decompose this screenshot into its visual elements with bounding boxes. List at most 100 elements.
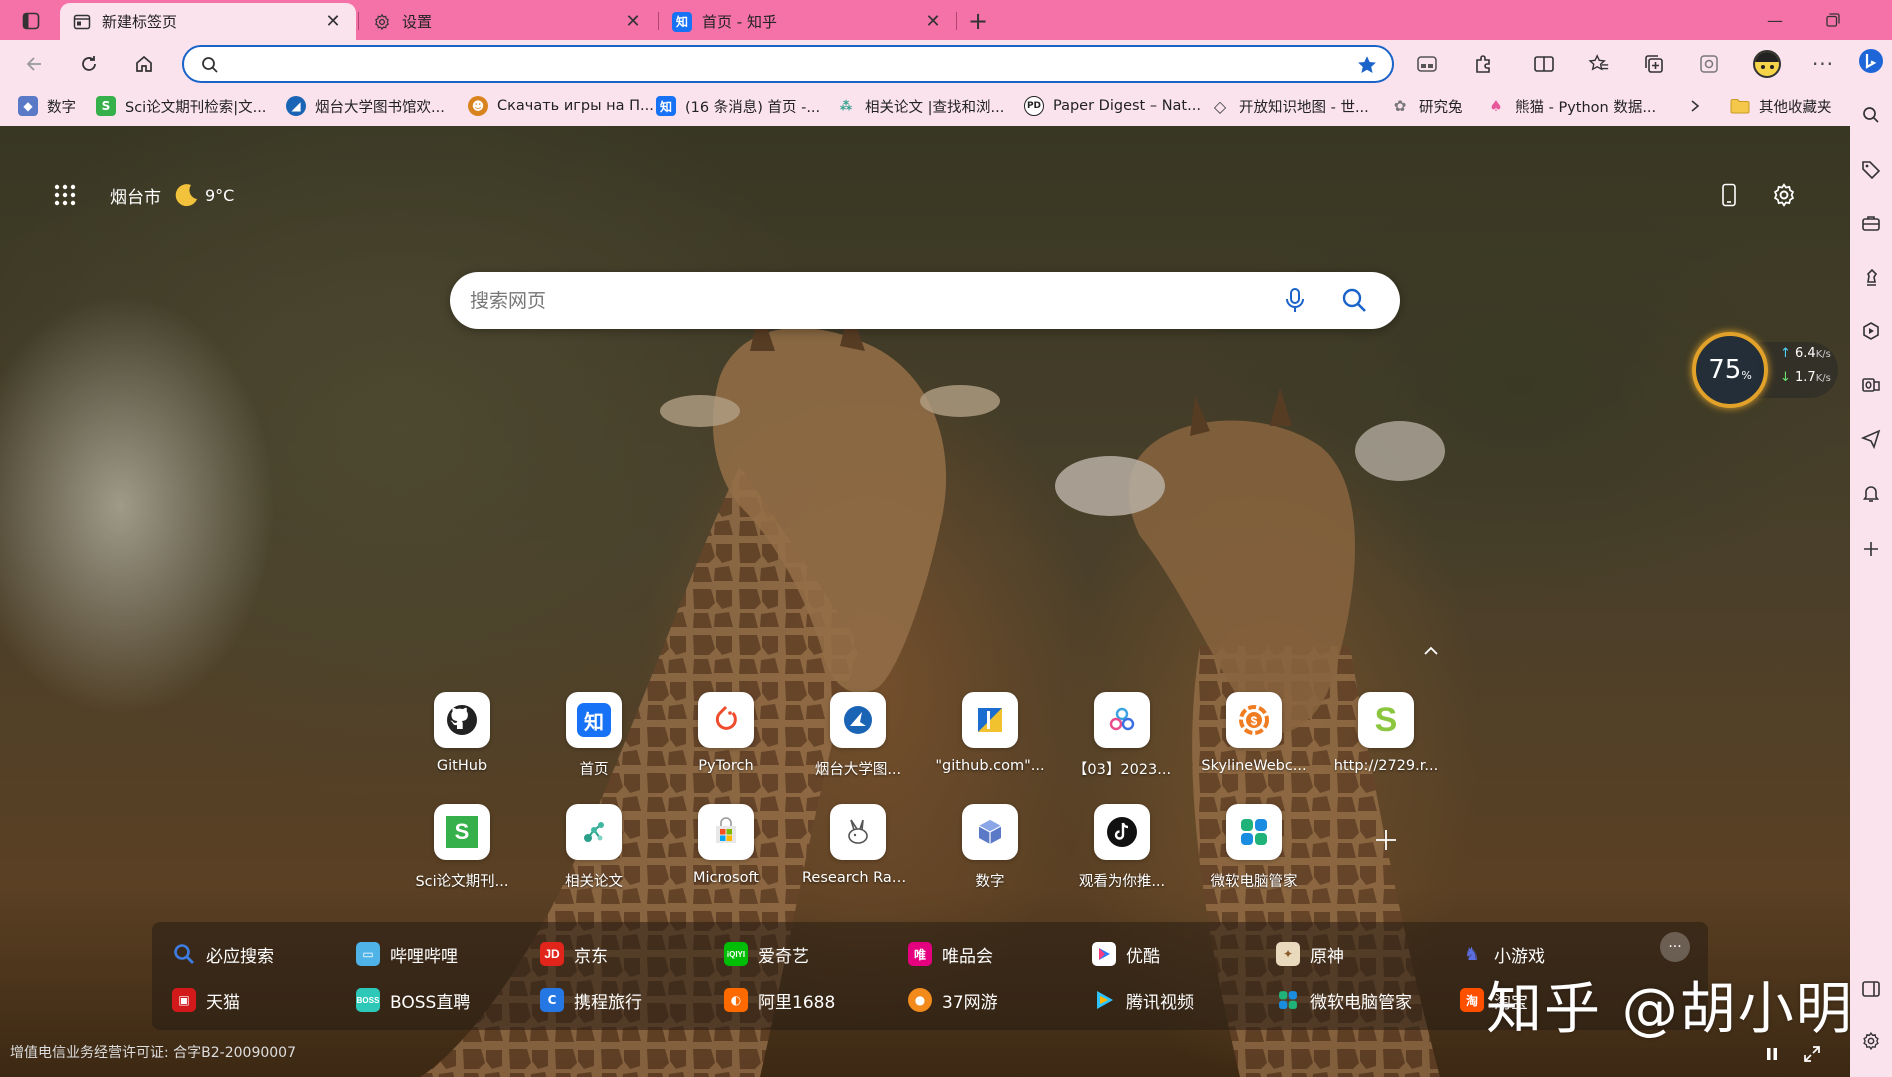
quick-link[interactable]: Research Rab... xyxy=(802,804,914,886)
bottom-link[interactable]: BOSS BOSS直聘 xyxy=(356,986,470,1014)
search-icon[interactable] xyxy=(1340,286,1368,314)
bookmark-item[interactable]: S Sci论文期刊检索|文... xyxy=(96,94,266,118)
bookmark-item[interactable]: ◇ 开放知识地图 - 世... xyxy=(1210,94,1369,118)
address-input[interactable] xyxy=(232,53,1332,77)
bookmark-item[interactable]: ◆ 数字 xyxy=(18,94,76,118)
library-icon: ◢ xyxy=(286,96,306,116)
quick-link[interactable]: Microsoft xyxy=(670,804,782,886)
quick-link[interactable]: $ SkylineWebc... xyxy=(1198,692,1310,774)
profile-button[interactable] xyxy=(1750,47,1784,81)
close-tab-icon[interactable]: ✕ xyxy=(622,11,644,33)
tab-zhihu[interactable]: 知 首页 - 知乎 ✕ xyxy=(660,3,956,40)
more-options-button[interactable]: ··· xyxy=(1806,47,1840,81)
sidebar-hide-button[interactable] xyxy=(1856,974,1886,1004)
quick-link[interactable]: PyTorch xyxy=(670,692,782,774)
sidebar-tools-button[interactable] xyxy=(1856,208,1886,238)
copilot-button[interactable] xyxy=(1856,46,1886,76)
sidebar-send-button[interactable] xyxy=(1856,424,1886,454)
other-favorites-folder[interactable]: 其他收藏夹 xyxy=(1730,94,1832,118)
bottom-link-label: 必应搜索 xyxy=(206,946,274,967)
iqiyi-icon: iQIYI xyxy=(724,942,748,966)
apps-launcher-button[interactable] xyxy=(48,178,82,212)
bookmark-item[interactable]: ☻ Скачать игры на П... xyxy=(468,94,654,118)
paper-plane-icon xyxy=(1861,429,1881,449)
quick-link[interactable]: "github.com"... xyxy=(934,692,1046,774)
bottom-link[interactable]: 必应搜索 xyxy=(172,940,274,968)
minimize-button[interactable]: — xyxy=(1752,6,1798,34)
page-settings-button[interactable] xyxy=(1767,178,1801,212)
sidebar-settings-button[interactable] xyxy=(1856,1026,1886,1056)
sidebar-notifications-button[interactable] xyxy=(1856,478,1886,508)
web-search-input[interactable] xyxy=(470,288,1250,314)
restore-button[interactable] xyxy=(1810,6,1856,34)
bottom-link[interactable]: ▣ 天猫 xyxy=(172,986,240,1014)
refresh-button[interactable] xyxy=(72,47,106,81)
read-aloud-button[interactable] xyxy=(1410,47,1444,81)
upload-arrow-icon: ↑ xyxy=(1780,346,1796,361)
quick-link[interactable]: 微软电脑管家 xyxy=(1198,804,1310,891)
bottom-link[interactable]: JD 京东 xyxy=(540,940,608,968)
bottom-link[interactable]: C 携程旅行 xyxy=(540,986,642,1014)
tab-settings[interactable]: 设置 ✕ xyxy=(360,3,656,40)
bookmark-item[interactable]: ◢ 烟台大学图书馆欢... xyxy=(286,94,445,118)
bottom-link[interactable]: 腾讯视频 xyxy=(1092,986,1194,1014)
bookmark-item[interactable]: 知 (16 条消息) 首页 -... xyxy=(656,94,820,118)
quick-link[interactable]: 数字 xyxy=(934,804,1046,891)
bottom-link[interactable]: ✦ 原神 xyxy=(1276,940,1344,968)
quick-link[interactable]: S Sci论文期刊... xyxy=(406,804,518,891)
quick-link-label: Microsoft xyxy=(693,870,759,886)
star-filled-icon[interactable] xyxy=(1356,54,1378,76)
sidebar-microsoft365-button[interactable] xyxy=(1856,316,1886,346)
quick-link[interactable]: 知 首页 xyxy=(538,692,650,779)
bottom-link[interactable]: ● 37网游 xyxy=(908,986,998,1014)
bottom-link[interactable]: ▭ 哔哩哔哩 xyxy=(356,940,458,968)
collapse-quick-links-button[interactable] xyxy=(1418,640,1444,662)
home-button[interactable] xyxy=(127,47,161,81)
sidebar-games-button[interactable] xyxy=(1856,262,1886,292)
search-icon xyxy=(172,942,196,966)
extensions-button[interactable] xyxy=(1467,47,1501,81)
bottom-link[interactable]: iQIYI 爱奇艺 xyxy=(724,940,809,968)
quick-link[interactable]: 相关论文 xyxy=(538,804,650,891)
close-tab-icon[interactable]: ✕ xyxy=(922,11,944,33)
collections-button[interactable] xyxy=(1637,47,1671,81)
bookmark-item[interactable]: ♠ 熊猫 - Python 数据... xyxy=(1486,94,1656,118)
quick-link[interactable]: 【03】2023... xyxy=(1066,692,1178,779)
minimize-icon: — xyxy=(1767,10,1783,30)
address-bar[interactable] xyxy=(182,45,1394,83)
bookmark-item[interactable]: PD Paper Digest – Nat... xyxy=(1024,94,1201,118)
tab-new-tab[interactable]: 新建标签页 ✕ xyxy=(60,3,356,40)
quick-link[interactable]: S http://2729.r... xyxy=(1330,692,1442,774)
bookmark-item[interactable]: ✿ 研究兔 xyxy=(1390,94,1463,118)
tab-actions-button[interactable] xyxy=(14,8,48,34)
phone-button[interactable] xyxy=(1712,178,1746,212)
quick-link[interactable]: 烟台大学图... xyxy=(802,692,914,779)
bottom-link[interactable]: 唯 唯品会 xyxy=(908,940,993,968)
sidebar-outlook-button[interactable] xyxy=(1856,370,1886,400)
performance-button[interactable] xyxy=(1692,47,1726,81)
more-links-button[interactable]: ··· xyxy=(1660,932,1690,962)
quick-link[interactable]: 观看为你推... xyxy=(1066,804,1178,891)
microphone-icon[interactable] xyxy=(1282,286,1308,314)
web-search-box[interactable] xyxy=(450,272,1400,329)
bottom-link[interactable]: 优酷 xyxy=(1092,940,1160,968)
bottom-link[interactable]: ◐ 阿里1688 xyxy=(724,986,835,1014)
weather-widget[interactable]: 烟台市 9°C xyxy=(110,182,234,208)
close-tab-icon[interactable]: ✕ xyxy=(322,11,344,33)
bottom-link-label: 腾讯视频 xyxy=(1126,992,1194,1013)
pause-background-button[interactable] xyxy=(1760,1042,1784,1066)
bottom-link[interactable]: 微软电脑管家 xyxy=(1276,986,1412,1014)
sidebar-shopping-button[interactable] xyxy=(1856,154,1886,184)
back-button[interactable] xyxy=(18,47,52,81)
network-speed-widget[interactable]: ↑ 6.4K/s ↓ 1.7K/s 75% xyxy=(1688,328,1840,408)
sidebar-search-button[interactable] xyxy=(1856,100,1886,130)
favorites-button[interactable] xyxy=(1582,47,1616,81)
sidebar-add-button[interactable] xyxy=(1856,534,1886,564)
bookmarks-overflow-button[interactable] xyxy=(1688,94,1702,118)
new-tab-button[interactable]: + xyxy=(962,6,994,36)
bookmark-item[interactable]: ⁂ 相关论文 |查找和浏... xyxy=(836,94,1004,118)
add-quick-link-button[interactable] xyxy=(1370,824,1402,856)
quick-link[interactable]: GitHub xyxy=(406,692,518,774)
split-screen-button[interactable] xyxy=(1527,47,1561,81)
expand-background-button[interactable] xyxy=(1800,1042,1824,1066)
